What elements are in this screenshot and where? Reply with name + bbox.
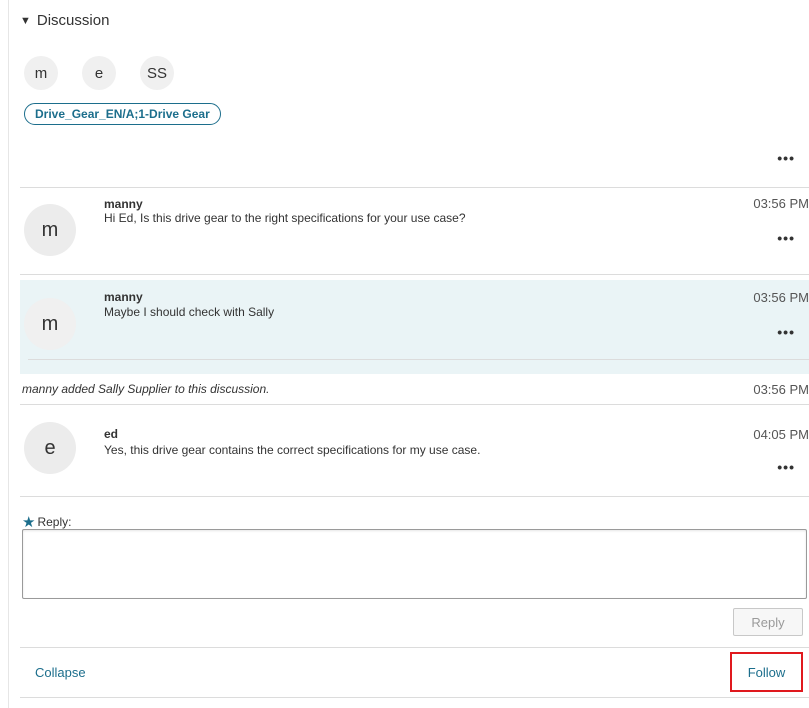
- avatar: m: [24, 298, 76, 350]
- activity-item: manny added Sally Supplier to this discu…: [20, 374, 809, 404]
- avatar: m: [24, 204, 76, 256]
- discussion-more-icon[interactable]: •••: [777, 150, 795, 166]
- section-title: Discussion: [36, 12, 110, 29]
- context-tag[interactable]: Drive_Gear_EN/A;1-Drive Gear: [24, 103, 221, 125]
- message-item: m manny Hi Ed, Is this drive gear to the…: [20, 188, 809, 274]
- participant-avatar[interactable]: SS: [140, 56, 174, 90]
- participant-avatar[interactable]: m: [24, 56, 58, 90]
- divider: [28, 359, 809, 360]
- divider: [20, 404, 809, 405]
- collapse-triangle-icon: ▼: [20, 14, 31, 27]
- message-time: 03:56 PM: [753, 196, 809, 211]
- message-text: Hi Ed, Is this drive gear to the right s…: [104, 211, 466, 225]
- divider: [20, 697, 809, 698]
- participant-list: m e SS: [24, 56, 198, 90]
- activity-text: manny added Sally Supplier to this discu…: [22, 382, 270, 396]
- message-more-icon[interactable]: •••: [777, 230, 795, 246]
- message-author: manny: [104, 290, 143, 304]
- reply-label-text: Reply:: [37, 515, 72, 529]
- activity-time: 03:56 PM: [753, 382, 809, 397]
- message-time: 03:56 PM: [753, 290, 809, 305]
- reply-textarea[interactable]: [22, 529, 807, 599]
- participant-avatar[interactable]: e: [82, 56, 116, 90]
- divider: [20, 496, 809, 497]
- follow-button[interactable]: Follow: [730, 652, 803, 692]
- message-more-icon[interactable]: •••: [777, 459, 795, 475]
- message-text: Yes, this drive gear contains the correc…: [104, 443, 481, 457]
- divider: [20, 647, 809, 648]
- message-item: e ed Yes, this drive gear contains the c…: [20, 410, 809, 496]
- collapse-link[interactable]: Collapse: [35, 665, 86, 680]
- reply-button[interactable]: Reply: [733, 608, 803, 636]
- message-time: 04:05 PM: [753, 427, 809, 442]
- avatar: e: [24, 422, 76, 474]
- message-more-icon[interactable]: •••: [777, 324, 795, 340]
- divider: [20, 274, 809, 275]
- message-author: ed: [104, 427, 119, 441]
- message-text: Maybe I should check with Sally: [104, 305, 275, 319]
- message-item: m manny Maybe I should check with Sally …: [20, 280, 809, 374]
- left-border: [8, 0, 9, 708]
- discussion-toggle[interactable]: ▼ Discussion: [20, 12, 109, 29]
- message-author: manny: [104, 197, 143, 211]
